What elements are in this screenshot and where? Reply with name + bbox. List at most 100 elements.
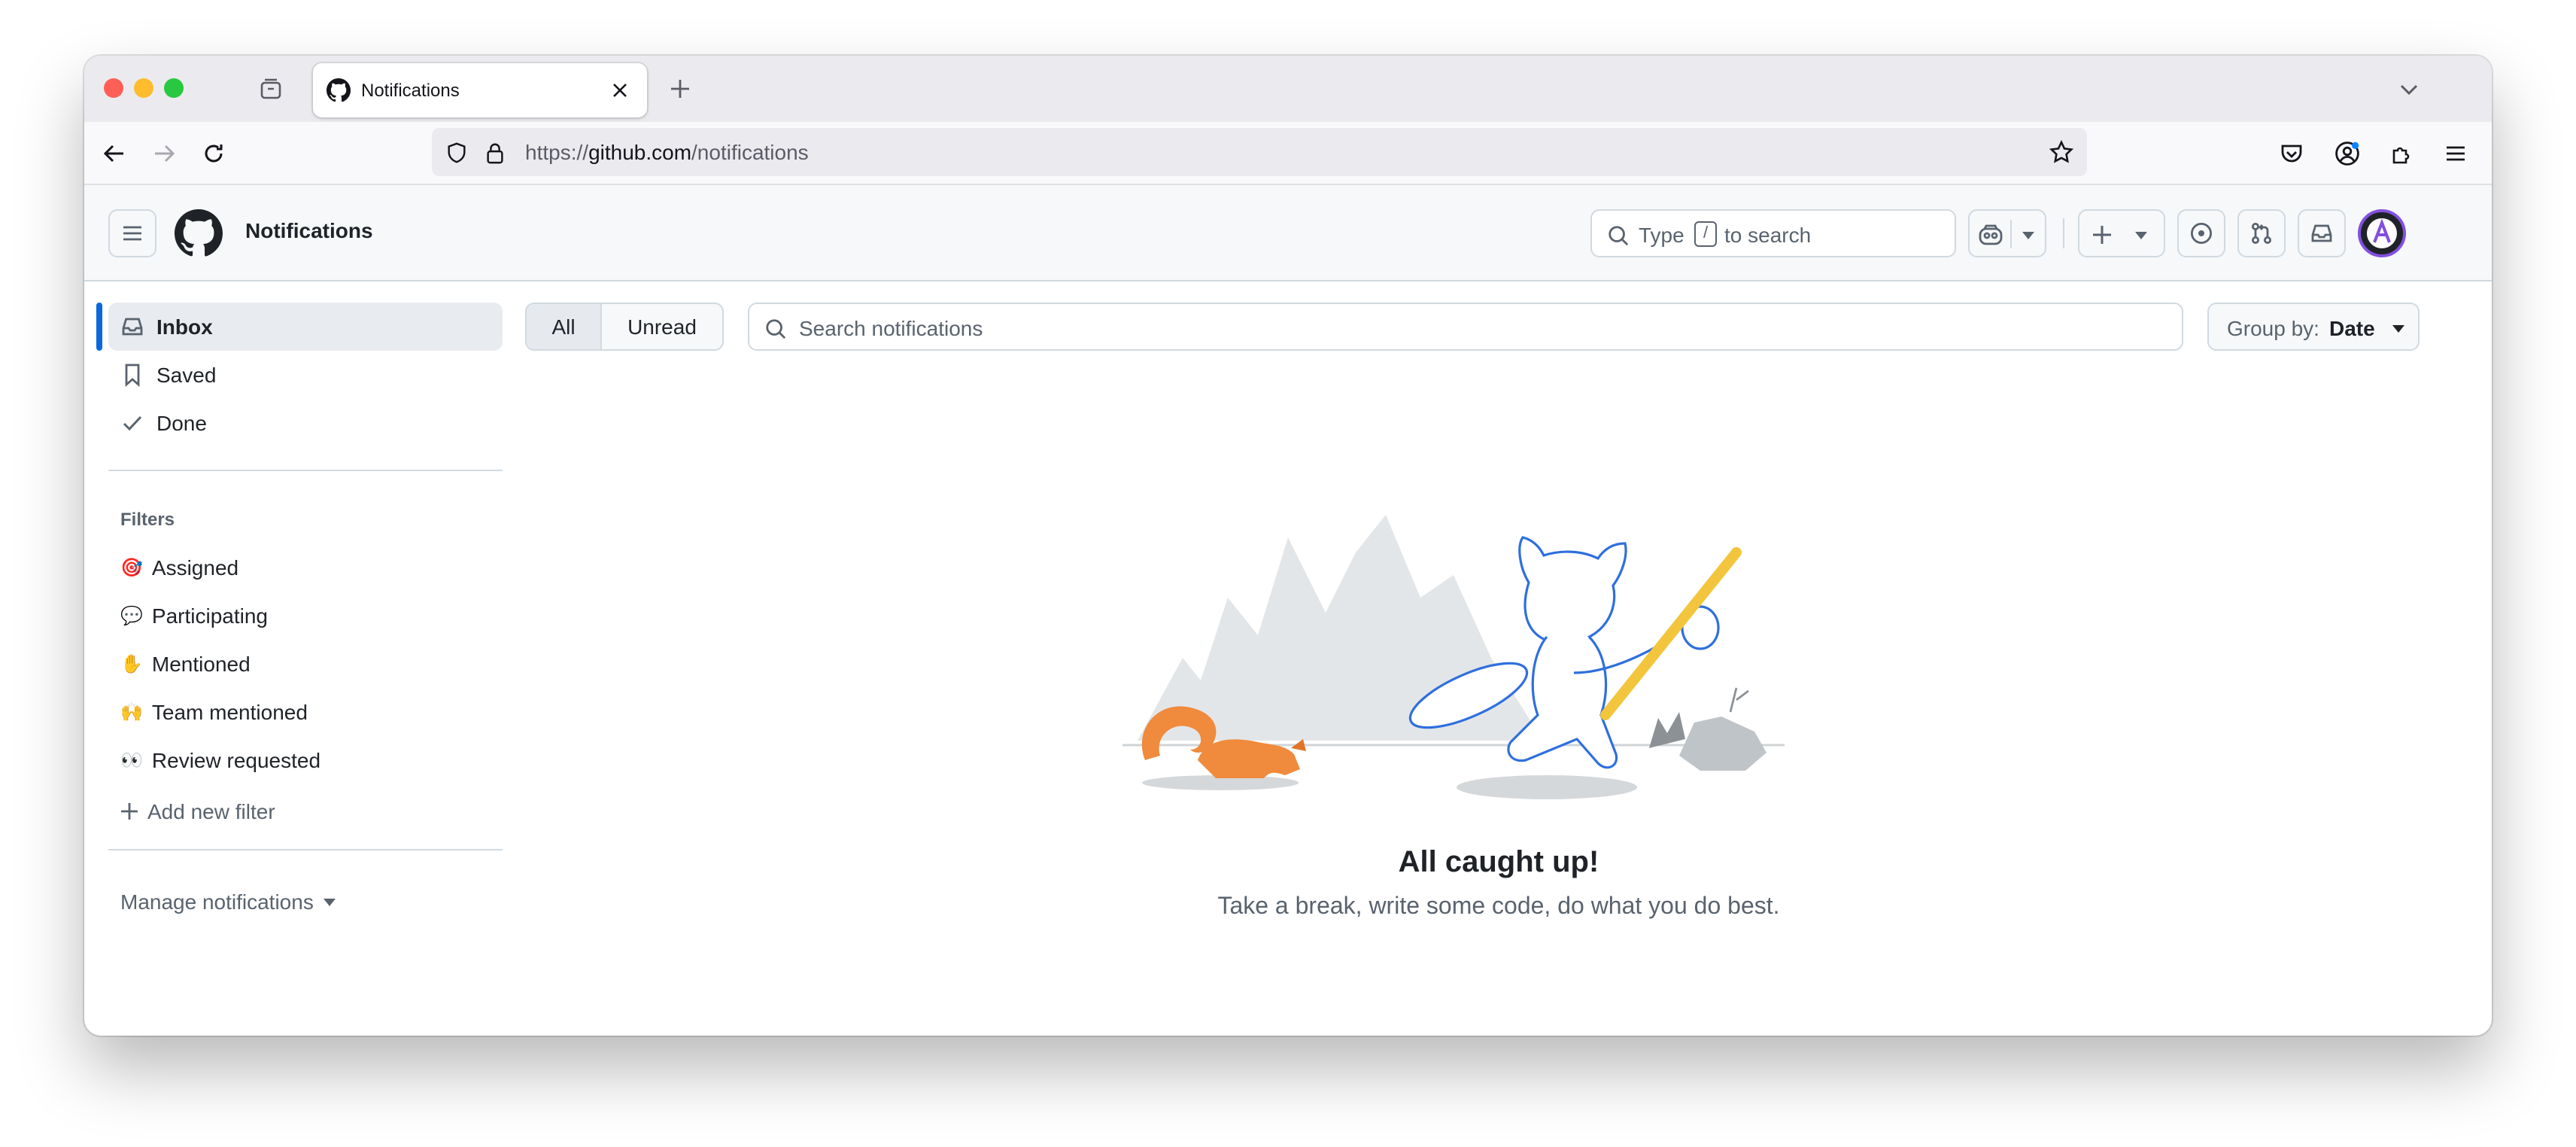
group-by-value: Date — [2329, 316, 2375, 340]
group-by-button[interactable]: Group by: Date — [2207, 303, 2420, 351]
search-shortcut-key: / — [1694, 221, 1717, 247]
filter-mentioned[interactable]: ✋ Mentioned — [120, 652, 251, 676]
tab-all-label: All — [551, 315, 576, 339]
tab-title: Notifications — [361, 80, 460, 101]
issue-icon — [2190, 222, 2213, 245]
eyes-emoji-icon: 👀 — [120, 750, 143, 771]
url-bar[interactable]: https://github.com/notifications — [432, 128, 2087, 176]
github-favicon-icon — [327, 78, 351, 102]
reload-icon[interactable] — [199, 138, 229, 169]
empty-state-title: All caught up! — [1398, 846, 1599, 879]
divider — [2063, 218, 2064, 248]
search-hint-prefix: Type — [1639, 223, 1684, 247]
avatar[interactable] — [2358, 209, 2406, 257]
filter-label: Mentioned — [151, 652, 251, 676]
close-window-button[interactable] — [104, 78, 123, 98]
browser-toolbar: https://github.com/notifications — [84, 122, 2492, 185]
bookmark-icon — [120, 363, 144, 387]
copilot-icon — [1976, 221, 2006, 248]
search-notifications-input[interactable]: Search notifications — [748, 303, 2183, 351]
create-new-button[interactable] — [2078, 209, 2165, 257]
rock-icon — [1649, 687, 1766, 771]
manage-notifications-label: Manage notifications — [120, 890, 314, 914]
filter-label: Participating — [151, 604, 268, 628]
chevron-down-icon — [324, 899, 336, 906]
chevron-down-icon — [2018, 224, 2039, 245]
account-icon[interactable] — [2332, 138, 2362, 169]
menu-icon[interactable] — [2441, 138, 2471, 169]
filter-label: Review requested — [151, 748, 321, 772]
filter-label: Assigned — [151, 555, 239, 580]
divider — [2010, 220, 2012, 248]
chevron-down-icon — [2131, 224, 2152, 245]
tab-unread[interactable]: Unread — [602, 304, 722, 349]
pull-request-icon — [2252, 223, 2271, 244]
inbox-icon — [120, 315, 144, 339]
github-logo-icon[interactable] — [175, 209, 223, 257]
tab-all[interactable]: All — [527, 304, 602, 349]
search-placeholder: Search notifications — [799, 316, 983, 340]
url-text: https://github.com/notifications — [525, 140, 809, 164]
zoom-window-button[interactable] — [164, 78, 184, 98]
minimize-window-button[interactable] — [134, 78, 153, 98]
search-icon — [763, 316, 787, 340]
sidebar-item-label: Done — [156, 411, 207, 435]
sidebar-item-done[interactable]: Done — [108, 399, 503, 447]
tab-unread-label: Unread — [627, 315, 697, 339]
filter-team-mentioned[interactable]: 🙌 Team mentioned — [120, 700, 308, 724]
github-header: Notifications Type / to search — [84, 185, 2492, 281]
plus-icon — [121, 803, 138, 820]
search-icon — [1605, 223, 1630, 247]
global-search-input[interactable]: Type / to search — [1590, 209, 1956, 257]
new-tab-icon[interactable] — [665, 74, 695, 104]
filter-assigned[interactable]: 🎯 Assigned — [120, 555, 238, 580]
plus-icon — [2090, 223, 2114, 247]
active-indicator — [96, 303, 102, 351]
tab-strip: Notifications — [84, 56, 2492, 122]
chevron-down-icon — [2389, 319, 2407, 337]
sidebar-item-label: Saved — [156, 363, 217, 387]
speech-bubble-emoji-icon: 💬 — [120, 605, 143, 626]
tab-overview-icon[interactable] — [256, 74, 286, 104]
sidebar-item-label: Inbox — [156, 315, 213, 339]
add-filter-label: Add new filter — [147, 799, 275, 823]
add-new-filter-button[interactable]: Add new filter — [120, 799, 275, 823]
shield-icon[interactable] — [444, 140, 468, 164]
inbox-icon — [2311, 224, 2332, 242]
filter-review-requested[interactable]: 👀 Review requested — [120, 748, 320, 772]
search-hint-suffix: to search — [1724, 223, 1812, 247]
manage-notifications-button[interactable]: Manage notifications — [120, 890, 338, 914]
raised-hand-emoji-icon: ✋ — [120, 653, 143, 674]
sidebar-item-inbox[interactable]: Inbox — [108, 303, 503, 351]
all-caught-up-illustration — [1122, 492, 1815, 808]
bookmark-star-icon[interactable] — [2048, 138, 2075, 166]
filter-label: Team mentioned — [151, 700, 308, 724]
extensions-icon[interactable] — [2386, 138, 2417, 169]
group-by-prefix: Group by: — [2227, 316, 2319, 340]
issues-button[interactable] — [2177, 209, 2225, 257]
copilot-button[interactable] — [1968, 209, 2046, 257]
filters-heading: Filters — [120, 509, 175, 530]
sidebar-item-saved[interactable]: Saved — [108, 351, 503, 399]
divider — [108, 849, 503, 850]
tab-notifications[interactable]: Notifications — [313, 63, 647, 117]
avatar-glyph-icon — [2367, 218, 2397, 248]
inbox-button[interactable] — [2298, 209, 2346, 257]
page-title: Notifications — [245, 218, 373, 242]
empty-state-subtitle: Take a break, write some code, do what y… — [1217, 894, 1780, 920]
raising-hands-emoji-icon: 🙌 — [120, 701, 143, 723]
filter-participating[interactable]: 💬 Participating — [120, 604, 268, 628]
all-unread-segmented-control: All Unread — [525, 303, 724, 351]
pocket-icon[interactable] — [2277, 138, 2307, 169]
divider — [108, 470, 503, 471]
browser-window: Notifications https://github.com/notific… — [84, 56, 2492, 1036]
pull-requests-button[interactable] — [2237, 209, 2286, 257]
open-menu-button[interactable] — [108, 209, 156, 257]
tab-list-chevron-icon[interactable] — [2394, 74, 2424, 104]
close-icon[interactable] — [608, 78, 632, 102]
forward-icon[interactable] — [149, 138, 179, 169]
lock-icon[interactable] — [483, 140, 507, 164]
target-emoji-icon: 🎯 — [120, 557, 143, 578]
check-icon — [120, 411, 144, 435]
back-icon[interactable] — [99, 138, 129, 169]
